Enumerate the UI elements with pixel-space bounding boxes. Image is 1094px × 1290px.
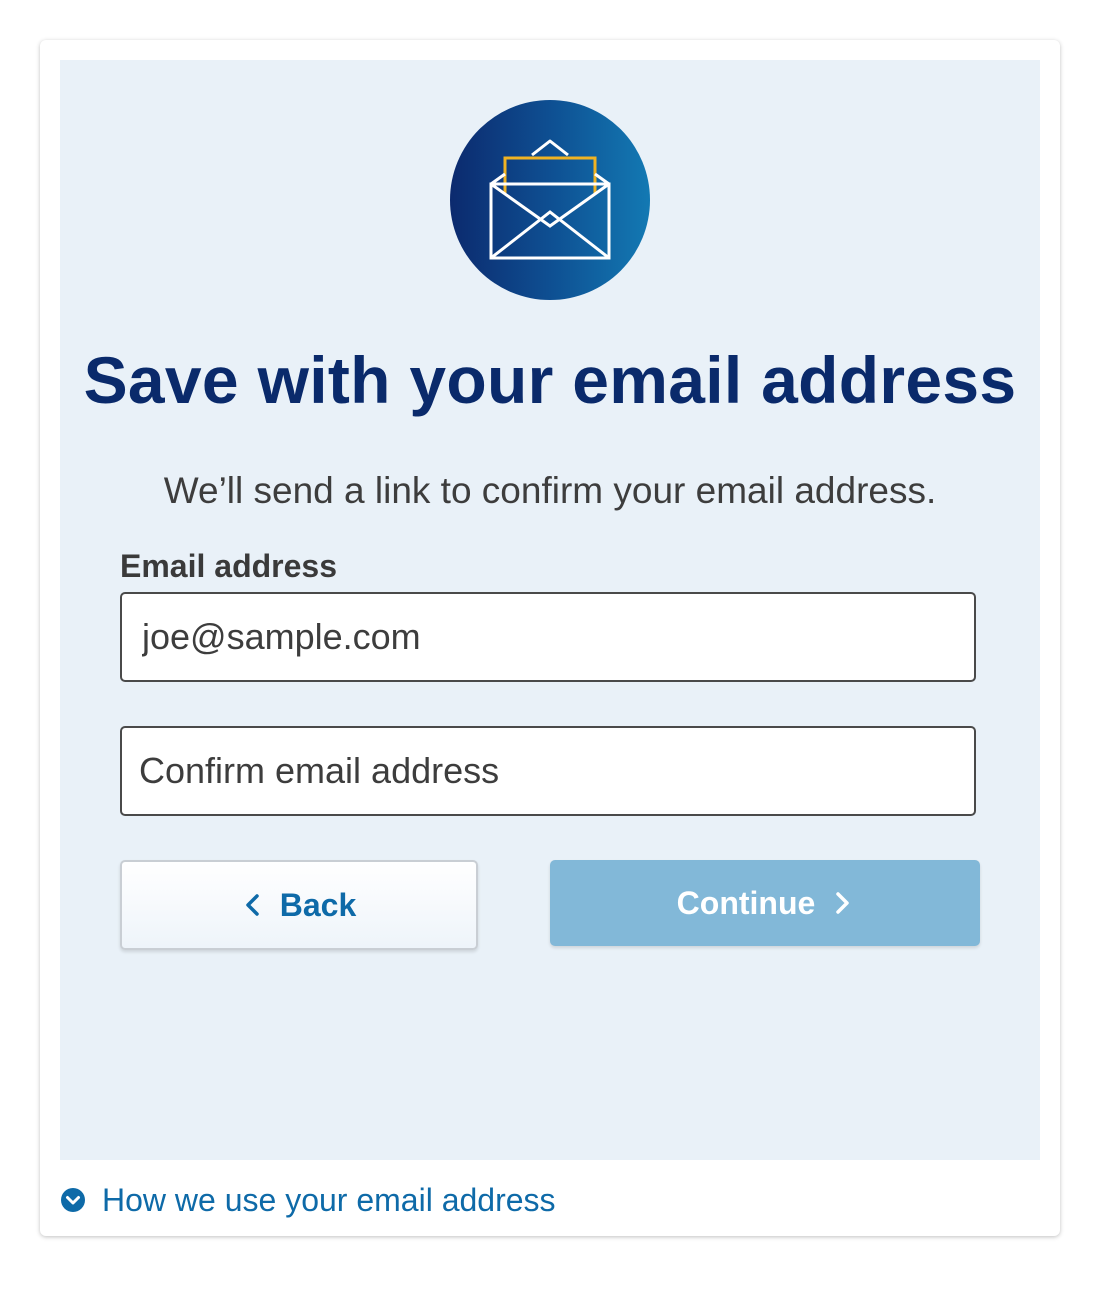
back-button-label: Back <box>279 886 357 923</box>
chevron-left-icon <box>246 894 259 916</box>
chevron-right-icon <box>836 892 850 914</box>
continue-button[interactable]: Continue <box>550 860 980 946</box>
page-subtitle: We’ll send a link to confirm your email … <box>163 470 937 511</box>
continue-button-label: Continue <box>676 884 816 921</box>
page-title: Save with your email address <box>83 343 1017 417</box>
back-button[interactable]: Back <box>120 860 478 950</box>
how-we-use-email-link-label: How we use your email address <box>102 1181 556 1218</box>
save-email-panel: Save with your email address We’ll send … <box>60 60 1040 1160</box>
email-label: Email address <box>120 548 337 584</box>
email-field[interactable] <box>120 592 976 682</box>
open-envelope-icon <box>450 100 650 300</box>
how-we-use-email-link[interactable]: How we use your email address <box>60 1180 556 1220</box>
confirm-email-field[interactable] <box>120 726 976 816</box>
chevron-down-circle-icon <box>61 1188 85 1212</box>
save-email-card: Save with your email address We’ll send … <box>40 40 1060 1236</box>
